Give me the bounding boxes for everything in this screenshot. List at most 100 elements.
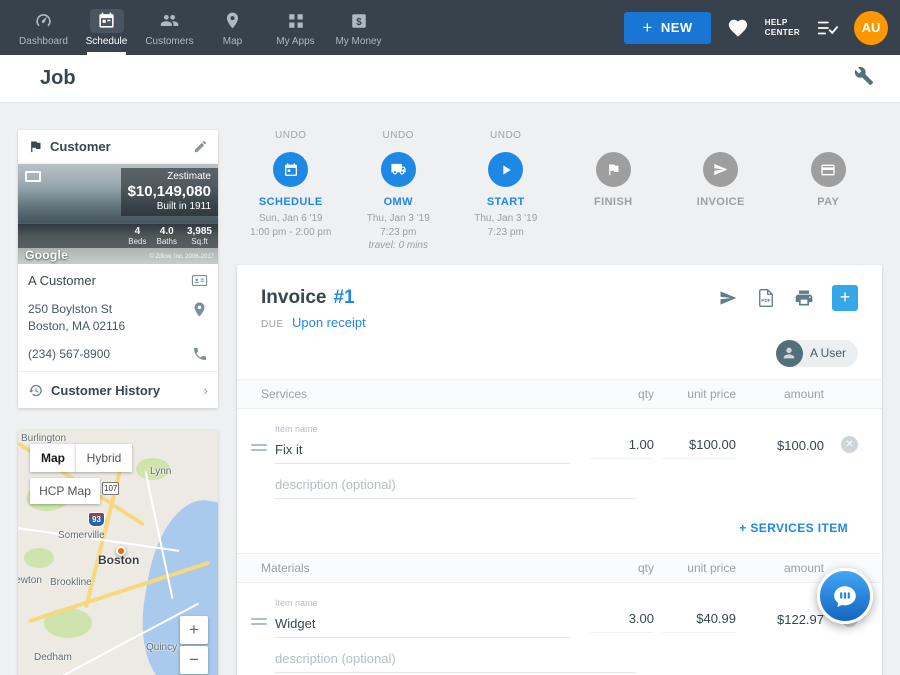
customer-history-label: Customer History [51,383,160,398]
interstate-93-shield: 93 [88,512,105,527]
schedule-icon [90,9,124,33]
customer-history-row[interactable]: Customer History › [18,371,218,408]
material-unit-price-input[interactable] [662,606,736,633]
stat-beds: 4 Beds [128,226,146,246]
drag-handle[interactable] [251,441,267,454]
assigned-user-chip[interactable]: A User [776,340,858,367]
zoom-in-button[interactable]: + [180,616,208,644]
invoice-step-button[interactable] [703,152,738,187]
health-heart-icon[interactable] [727,17,749,39]
property-photo[interactable]: Zestimate $10,149,080 Built in 1911 4 Be… [18,164,218,264]
page-title: Job [40,67,76,90]
hcp-map-button[interactable]: HCP Map [30,478,100,504]
nav-item-my-money[interactable]: $ My Money [327,0,390,55]
chevron-right-icon: › [203,382,208,398]
step-label: SCHEDULE [237,196,345,208]
zestimate-block: Zestimate $10,149,080 Built in 1911 [121,168,218,216]
beds-value: 4 [128,226,146,237]
assigned-user-row: A User [237,340,882,379]
nav-item-schedule[interactable]: Schedule [75,0,138,55]
material-item-name-field: Item name [275,593,582,638]
app-root: Dashboard Schedule Customers Map [0,0,900,675]
map-type-map-button[interactable]: Map [30,444,76,472]
tasks-icon[interactable] [816,17,838,39]
undo-schedule-link[interactable]: UNDO [237,130,345,145]
send-invoice-icon[interactable] [718,288,738,308]
nav-label: Dashboard [19,36,68,47]
location-pin-icon[interactable] [191,301,208,318]
step-schedule: UNDO SCHEDULE Sun, Jan 6 '19 1:00 pm - 2… [237,130,345,253]
address-line1: 250 Boylston St [28,302,112,316]
nav-item-customers[interactable]: Customers [138,0,201,55]
pay-step-button[interactable] [811,152,846,187]
step-finish: FINISH [560,130,668,253]
service-name-input[interactable] [275,437,570,464]
omw-step-button[interactable] [381,152,416,187]
delete-service-item[interactable]: ✕ [824,436,858,453]
map-label-brookline: Brookline [50,577,92,588]
material-description-input[interactable] [275,646,636,673]
sqft-label: Sq.ft [187,237,212,246]
job-stepper: UNDO SCHEDULE Sun, Jan 6 '19 1:00 pm - 2… [237,130,882,253]
nav-label: Map [223,36,242,47]
history-icon [28,383,43,398]
nav-item-dashboard[interactable]: Dashboard [12,0,75,55]
invoice-actions: PDF + [718,285,858,311]
new-button-label: NEW [661,20,693,35]
route-107-shield: 107 [102,482,119,495]
step-date-line: 7:23 pm [452,226,560,240]
materials-header: Materials qty unit price amount [237,553,882,583]
nav-right: + NEW HELP CENTER AU [624,11,888,45]
step-dates: Thu, Jan 3 '19 7:23 pm [452,212,560,239]
material-name-input[interactable] [275,611,570,638]
close-icon: ✕ [841,436,858,453]
zoom-out-button[interactable]: − [180,646,208,674]
material-qty-input[interactable] [590,606,654,633]
qty-column-header: qty [582,561,654,575]
add-services-item-link[interactable]: + SERVICES ITEM [739,521,848,535]
service-qty-input[interactable] [590,432,654,459]
nav-label: Customers [145,36,193,47]
service-description-input[interactable] [275,472,636,499]
help-center-link[interactable]: HELP CENTER [765,18,800,38]
undo-start-link[interactable]: UNDO [452,130,560,145]
step-label: START [452,196,560,208]
built-year: Built in 1911 [128,201,211,212]
step-travel-line: travel: 0 mins [345,239,453,253]
job-location-marker[interactable] [116,546,126,556]
due-terms-link[interactable]: Upon receipt [292,315,366,330]
customers-icon [153,9,187,33]
amount-column-header: amount [736,561,824,575]
edit-customer-icon[interactable] [193,139,208,154]
new-button[interactable]: + NEW [624,12,710,44]
contact-card-icon[interactable] [191,272,208,289]
services-section-label: Services [261,387,307,401]
print-icon[interactable] [794,288,814,308]
pdf-icon[interactable]: PDF [756,288,776,308]
material-description-row [237,638,882,675]
nav-item-my-apps[interactable]: My Apps [264,0,327,55]
nav-item-map[interactable]: Map [201,0,264,55]
schedule-step-button[interactable] [273,152,308,187]
invoice-number-link[interactable]: #1 [333,287,354,309]
services-header: Services qty unit price amount [237,379,882,409]
finish-step-button[interactable] [596,152,631,187]
user-avatar[interactable]: AU [854,11,888,45]
plus-icon: + [642,19,652,36]
chat-launcher-button[interactable] [817,568,873,624]
calendar-icon [283,162,299,178]
map-label-somerville: Somerville [58,530,105,541]
customer-name-row: A Customer [18,264,218,299]
service-unit-price-input[interactable] [662,432,736,459]
step-label: PAY [775,196,883,208]
phone-icon[interactable] [192,346,208,362]
add-invoice-item-button[interactable]: + [832,285,858,311]
job-tools-icon[interactable] [854,66,874,91]
undo-omw-link[interactable]: UNDO [345,130,453,145]
step-date-line: Thu, Jan 3 '19 [345,212,453,226]
service-item-name-field: Item name [275,419,582,464]
start-step-button[interactable] [488,152,523,187]
drag-handle[interactable] [251,615,267,628]
step-label: OMW [345,196,453,208]
map-type-hybrid-button[interactable]: Hybrid [76,444,132,472]
